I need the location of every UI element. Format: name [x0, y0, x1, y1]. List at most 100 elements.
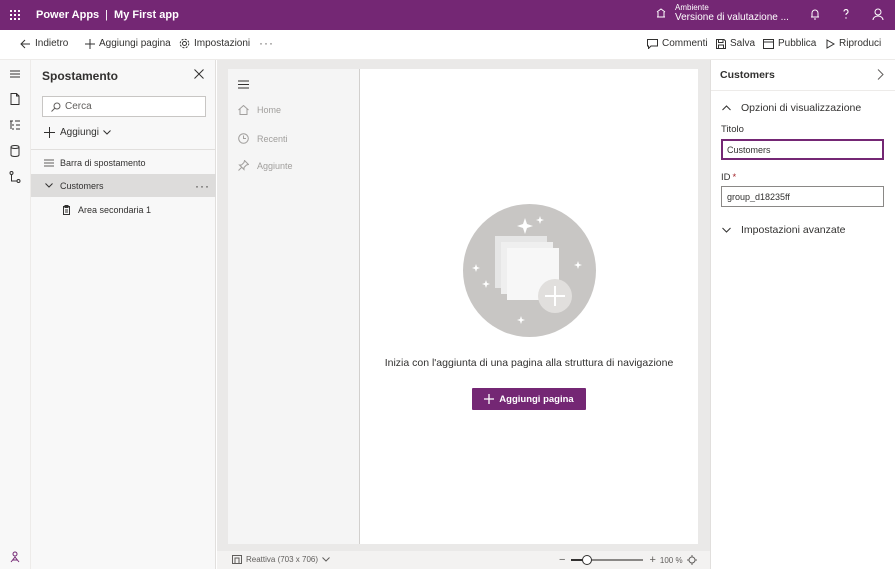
- save-label: Salva: [730, 38, 756, 49]
- nav-item-pinned[interactable]: Aggiunte: [238, 160, 293, 171]
- subarea-page-icon: [63, 204, 70, 215]
- save-command[interactable]: Salva: [716, 38, 755, 49]
- title-field[interactable]: [721, 139, 884, 160]
- comments-label: Commenti: [662, 38, 708, 49]
- app-preview: Home Recenti Aggiunte Inizia con l'aggiu…: [228, 69, 698, 544]
- status-bar: Reattiva (703 x 706) − + 100 %: [217, 551, 710, 569]
- gear-icon: [179, 38, 190, 49]
- zoom-slider[interactable]: [571, 555, 644, 565]
- back-button[interactable]: Indietro: [20, 38, 68, 49]
- play-label: Riproduci: [839, 38, 882, 49]
- more-options-button[interactable]: ···: [195, 179, 210, 193]
- product-name: Power Apps: [36, 9, 100, 21]
- required-marker: *: [732, 172, 737, 183]
- app-launcher-icon[interactable]: [0, 0, 30, 30]
- data-icon[interactable]: [8, 144, 22, 158]
- publish-command[interactable]: Pubblica: [763, 38, 816, 49]
- comments-command[interactable]: Commenti: [647, 38, 708, 49]
- zoom-control: − + 100 %: [559, 554, 697, 566]
- app-name: My First app: [114, 9, 179, 21]
- add-page-label: Aggiungi pagina: [99, 38, 171, 49]
- properties-title: Customers: [720, 69, 775, 81]
- chevron-right-icon[interactable]: [876, 69, 885, 80]
- chevron-down-icon: [722, 227, 731, 233]
- nav-item-label: Recenti: [257, 133, 288, 144]
- search-placeholder: Cerca: [65, 101, 92, 112]
- chevron-down-icon: [322, 557, 330, 562]
- chevron-up-icon: [722, 105, 731, 111]
- id-field[interactable]: [721, 186, 884, 207]
- add-menu-button[interactable]: Aggiungi: [44, 127, 111, 138]
- empty-pages-illustration: [463, 204, 596, 337]
- top-bar: Power Apps | My First app Ambiente Version…: [0, 0, 895, 30]
- add-page-button-label: Aggiungi pagina: [499, 393, 574, 405]
- chevron-down-icon: [103, 130, 111, 135]
- preview-navigation-pane: Home Recenti Aggiunte: [228, 69, 360, 544]
- section-label: Opzioni di visualizzazione: [741, 102, 862, 114]
- menu-icon[interactable]: [8, 67, 22, 81]
- app-title: Power Apps | My First app: [36, 9, 179, 21]
- settings-command[interactable]: Impostazioni: [179, 38, 250, 49]
- close-icon[interactable]: [194, 69, 204, 79]
- tree-item-navigation-bar[interactable]: Barra di spostamento: [31, 151, 216, 174]
- environment-icon: [656, 8, 666, 18]
- user-icon[interactable]: [871, 7, 885, 21]
- bell-icon[interactable]: [808, 7, 822, 21]
- help-icon[interactable]: [839, 7, 853, 21]
- flow-icon[interactable]: [8, 170, 22, 184]
- divider: [711, 90, 895, 91]
- pin-icon: [238, 160, 249, 171]
- hamburger-icon[interactable]: [238, 80, 249, 89]
- zoom-in-button[interactable]: +: [649, 554, 655, 566]
- properties-panel: Customers Opzioni di visualizzazione Tit…: [710, 60, 895, 569]
- fit-to-window-icon[interactable]: [686, 555, 697, 565]
- empty-state: Inizia con l'aggiunta di una pagina alla…: [360, 69, 698, 544]
- add-menu-label: Aggiungi: [60, 127, 99, 138]
- nav-item-label: Aggiunte: [257, 160, 293, 171]
- comment-icon: [647, 38, 658, 49]
- environment-picker[interactable]: Ambiente Versione di valutazione ...: [655, 3, 789, 23]
- chevron-down-icon[interactable]: [45, 183, 53, 188]
- virtual-agent-icon[interactable]: [8, 550, 22, 564]
- tree-item-customers[interactable]: Customers ···: [31, 174, 216, 197]
- home-icon: [238, 105, 249, 115]
- id-field-label: ID *: [721, 172, 736, 183]
- settings-label: Impostazioni: [194, 38, 251, 49]
- title-field-label: Titolo: [721, 124, 744, 135]
- plus-icon: [85, 38, 95, 49]
- list-icon: [44, 159, 54, 166]
- responsive-layout-icon: [232, 555, 242, 564]
- tree-item-label: Area secondaria 1: [78, 204, 152, 215]
- tree-item-label: Barra di spostamento: [60, 157, 146, 168]
- panel-title: Spostamento: [42, 69, 119, 83]
- search-input[interactable]: Cerca: [42, 96, 206, 117]
- play-icon: [826, 38, 835, 49]
- layout-selector[interactable]: Reattiva (703 x 706): [232, 555, 330, 564]
- plus-icon: [44, 127, 55, 138]
- nav-item-home[interactable]: Home: [238, 105, 281, 115]
- search-icon: [51, 102, 61, 112]
- arrow-left-icon: [20, 39, 30, 48]
- publish-icon: [763, 38, 774, 49]
- zoom-value: 100 %: [659, 555, 683, 565]
- save-icon: [716, 38, 726, 49]
- back-label: Indietro: [35, 38, 69, 49]
- nav-item-recent[interactable]: Recenti: [238, 133, 288, 144]
- display-options-section[interactable]: Opzioni di visualizzazione: [722, 102, 861, 114]
- zoom-out-button[interactable]: −: [559, 554, 565, 566]
- page-icon[interactable]: [8, 92, 22, 106]
- navigation-tree-icon[interactable]: [8, 118, 22, 132]
- id-label-text: ID: [721, 172, 731, 183]
- add-page-button[interactable]: Aggiungi pagina: [472, 388, 586, 410]
- nav-item-label: Home: [257, 105, 282, 115]
- left-rail: [0, 60, 31, 569]
- play-command[interactable]: Riproduci: [826, 38, 881, 49]
- advanced-settings-section[interactable]: Impostazioni avanzate: [722, 224, 845, 236]
- more-commands-button[interactable]: ···: [259, 36, 274, 50]
- clock-icon: [238, 133, 249, 144]
- publish-label: Pubblica: [778, 38, 817, 49]
- add-page-command[interactable]: Aggiungi pagina: [85, 38, 171, 49]
- zoom-slider-thumb[interactable]: [582, 555, 593, 565]
- tree-item-subarea[interactable]: Area secondaria 1: [31, 198, 216, 221]
- divider: [31, 149, 216, 150]
